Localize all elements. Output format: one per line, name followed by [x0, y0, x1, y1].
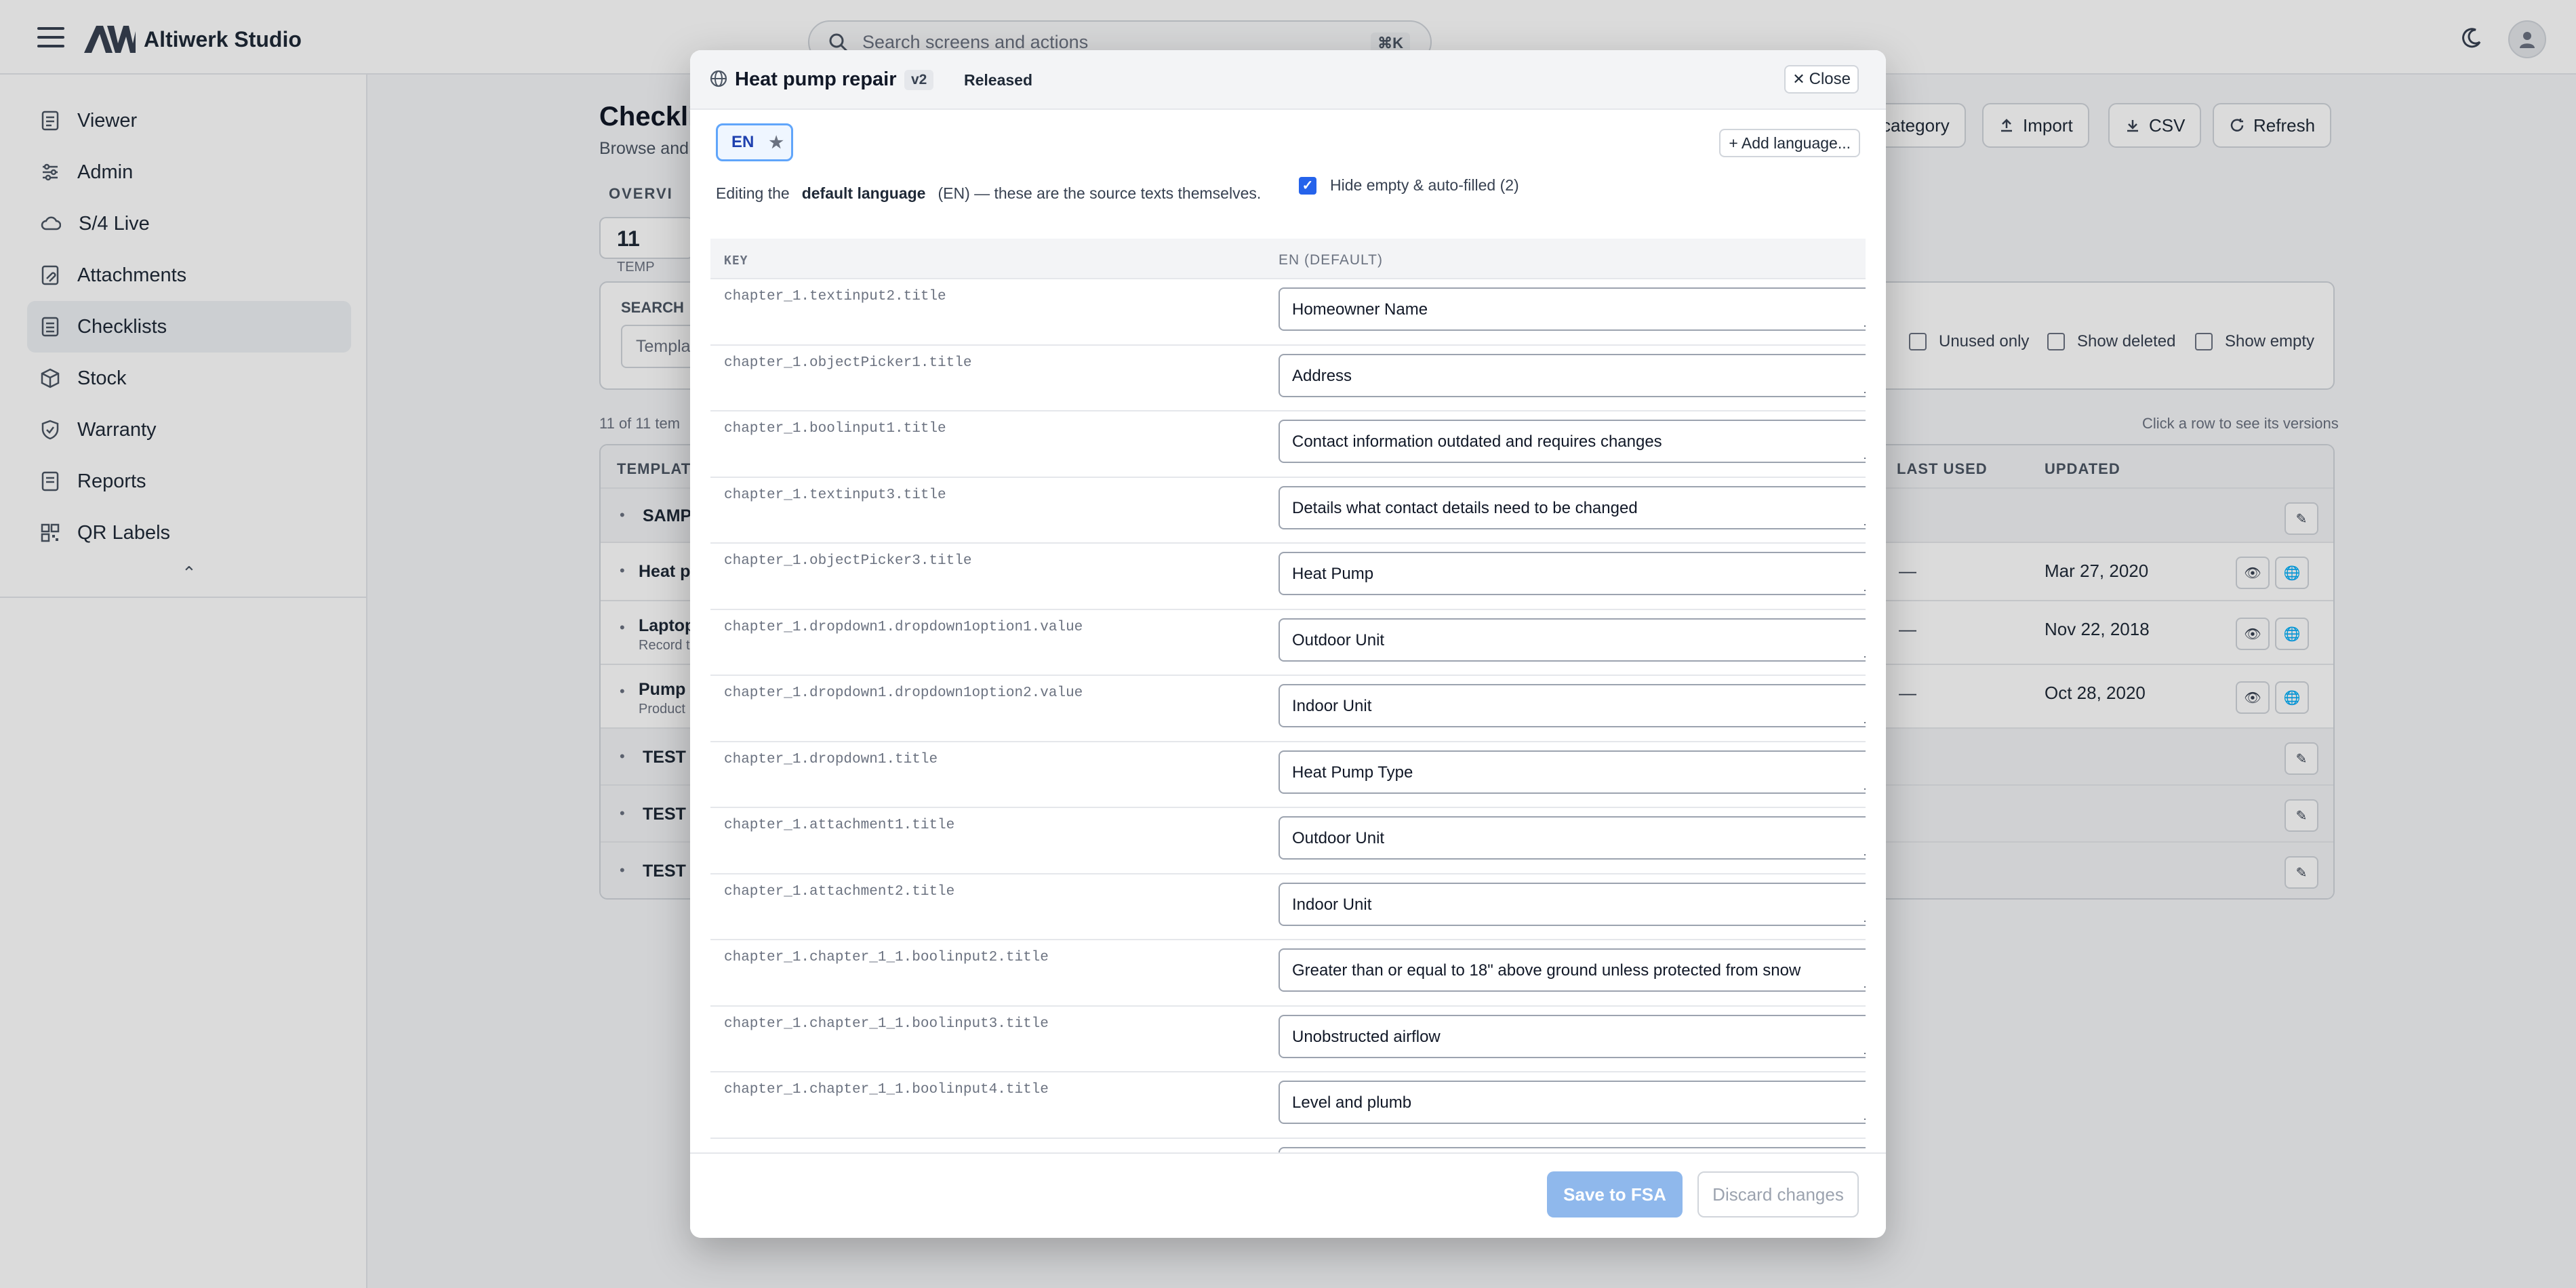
hide-empty-label: Hide empty & auto-filled (2) [1330, 176, 1519, 194]
resize-handle-icon[interactable] [1864, 517, 1866, 525]
translation-key: chapter_1.dropdown1.dropdown1option2.val… [724, 685, 1083, 701]
translation-modal: Heat pump repair v2 Released ✕ Close EN … [690, 50, 1886, 1238]
translation-value-text: Level and plumb [1292, 1093, 1412, 1112]
translation-value-input[interactable]: Outdoor Unit [1279, 816, 1866, 860]
translation-value-input[interactable]: Unobstructed airflow [1279, 1014, 1866, 1058]
status-badge: Released [954, 68, 1043, 92]
translation-value-text: Details what contact details need to be … [1292, 498, 1638, 517]
translation-value-input[interactable]: Heat Pump Type [1279, 750, 1866, 794]
translation-key: chapter_1.dropdown1.title [724, 751, 938, 767]
hide-empty-checkbox[interactable]: ✓ Hide empty & auto-filled (2) [1299, 176, 1519, 195]
resize-handle-icon[interactable] [1864, 847, 1866, 856]
resize-handle-icon[interactable] [1864, 583, 1866, 591]
translation-value-input[interactable]: Indoor Unit [1279, 882, 1866, 926]
translation-value-input[interactable]: Details what contact details need to be … [1279, 485, 1866, 529]
resize-handle-icon[interactable] [1864, 715, 1866, 723]
translation-row: chapter_1.attachment1.title Outdoor Unit [710, 808, 1866, 874]
globe-icon [710, 70, 727, 87]
resize-handle-icon[interactable] [1864, 649, 1866, 658]
resize-handle-icon[interactable] [1864, 1046, 1866, 1054]
info-prefix: Editing the [716, 184, 790, 202]
translation-row: chapter_1.chapter_1_1.boolinput4.title Le… [710, 1072, 1866, 1139]
column-key: KEY [724, 254, 748, 268]
resize-handle-icon[interactable] [1864, 782, 1866, 790]
translation-row: chapter_1.chapter_1_1.boolinput3.title Un… [710, 1007, 1866, 1072]
resize-handle-icon[interactable] [1864, 385, 1866, 393]
translation-value-input[interactable]: Heat Pump [1279, 552, 1866, 595]
translation-value-text: Heat Pump [1292, 565, 1374, 583]
version-badge: v2 [904, 70, 934, 90]
translation-row: chapter_1.dropdown1.dropdown1option2.val… [710, 676, 1866, 742]
translation-value-text: Indoor Unit [1292, 895, 1372, 914]
translation-value-input[interactable]: Contact information outdated and require… [1279, 420, 1866, 463]
language-chip-en[interactable]: EN ★ [716, 123, 793, 161]
info-bold: default language [801, 184, 926, 202]
translation-key: chapter_1.dropdown1.dropdown1option1.val… [724, 619, 1083, 635]
translation-row: chapter_1.dropdown1.dropdown1option1.val… [710, 610, 1866, 676]
translation-value-text: Contact information outdated and require… [1292, 432, 1662, 451]
resize-handle-icon[interactable] [1864, 319, 1866, 327]
translation-key: chapter_1.textinput2.title [724, 289, 946, 304]
translation-table: KEY EN (DEFAULT) chapter_1.textinput2.ti… [710, 239, 1866, 1201]
close-icon: ✕ [1792, 71, 1805, 87]
translation-value-text: Greater than or equal to 18" above groun… [1292, 961, 1801, 980]
add-language-button[interactable]: + Add language... [1719, 129, 1860, 157]
translation-value-input[interactable]: Indoor Unit [1279, 684, 1866, 727]
checkmark-icon: ✓ [1299, 176, 1316, 195]
save-to-fsa-button[interactable]: Save to FSA [1547, 1171, 1683, 1217]
language-code: EN [731, 133, 754, 151]
modal-footer: Save to FSA Discard changes [690, 1152, 1886, 1238]
translation-key: chapter_1.chapter_1_1.boolinput3.title [724, 1015, 1049, 1032]
translation-key: chapter_1.attachment2.title [724, 883, 955, 900]
translation-table-header: KEY EN (DEFAULT) [710, 239, 1866, 279]
discard-changes-button[interactable]: Discard changes [1697, 1171, 1859, 1217]
resize-handle-icon[interactable] [1864, 914, 1866, 922]
translation-value-text: Outdoor Unit [1292, 630, 1385, 649]
translation-value-input[interactable]: Outdoor Unit [1279, 618, 1866, 662]
modal-title: Heat pump repair [735, 68, 897, 90]
translation-key: chapter_1.attachment1.title [724, 818, 955, 833]
translation-key: chapter_1.textinput3.title [724, 487, 946, 503]
translation-key: chapter_1.objectPicker3.title [724, 553, 972, 569]
translation-row: chapter_1.chapter_1_1.boolinput2.title Gr… [710, 940, 1866, 1007]
translation-value-text: Unobstructed airflow [1292, 1027, 1441, 1046]
translation-row: chapter_1.boolinput1.title Contact inform… [710, 411, 1866, 478]
resize-handle-icon[interactable] [1864, 451, 1866, 459]
editing-info: Editing the default language (EN) — thes… [716, 184, 1261, 203]
column-en-default: EN (DEFAULT) [1279, 252, 1383, 268]
info-suffix: (EN) — these are the source texts themse… [938, 184, 1262, 202]
translation-value-input[interactable]: Homeowner Name [1279, 287, 1866, 331]
translation-row: chapter_1.objectPicker1.title Address [710, 346, 1866, 411]
translation-row: chapter_1.dropdown1.title Heat Pump Type [710, 742, 1866, 808]
translation-value-input[interactable]: Address [1279, 353, 1866, 397]
close-button[interactable]: ✕ Close [1784, 65, 1859, 94]
translation-key: chapter_1.chapter_1_1.boolinput4.title [724, 1082, 1049, 1098]
translation-row: chapter_1.objectPicker3.title Heat Pump [710, 544, 1866, 610]
translation-value-text: Outdoor Unit [1292, 829, 1385, 847]
translation-value-text: Indoor Unit [1292, 697, 1372, 715]
translation-key: chapter_1.boolinput1.title [724, 421, 946, 437]
translation-row: chapter_1.textinput2.title Homeowner Name [710, 279, 1866, 346]
translation-key: chapter_1.chapter_1_1.boolinput2.title [724, 950, 1049, 965]
resize-handle-icon[interactable] [1864, 1112, 1866, 1120]
translation-value-input[interactable]: Greater than or equal to 18" above groun… [1279, 948, 1866, 992]
resize-handle-icon[interactable] [1864, 980, 1866, 988]
close-button-label: Close [1809, 70, 1851, 88]
translation-value-text: Homeowner Name [1292, 300, 1428, 319]
translation-row: chapter_1.attachment2.title Indoor Unit [710, 874, 1866, 940]
translation-value-input[interactable]: Level and plumb [1279, 1081, 1866, 1124]
star-icon: ★ [769, 133, 784, 152]
translation-key: chapter_1.objectPicker1.title [724, 355, 972, 371]
translation-row: chapter_1.textinput3.title Details what c… [710, 478, 1866, 544]
translation-value-text: Heat Pump Type [1292, 763, 1413, 782]
translation-value-text: Address [1292, 366, 1352, 385]
modal-header: Heat pump repair v2 Released ✕ Close [690, 50, 1886, 110]
